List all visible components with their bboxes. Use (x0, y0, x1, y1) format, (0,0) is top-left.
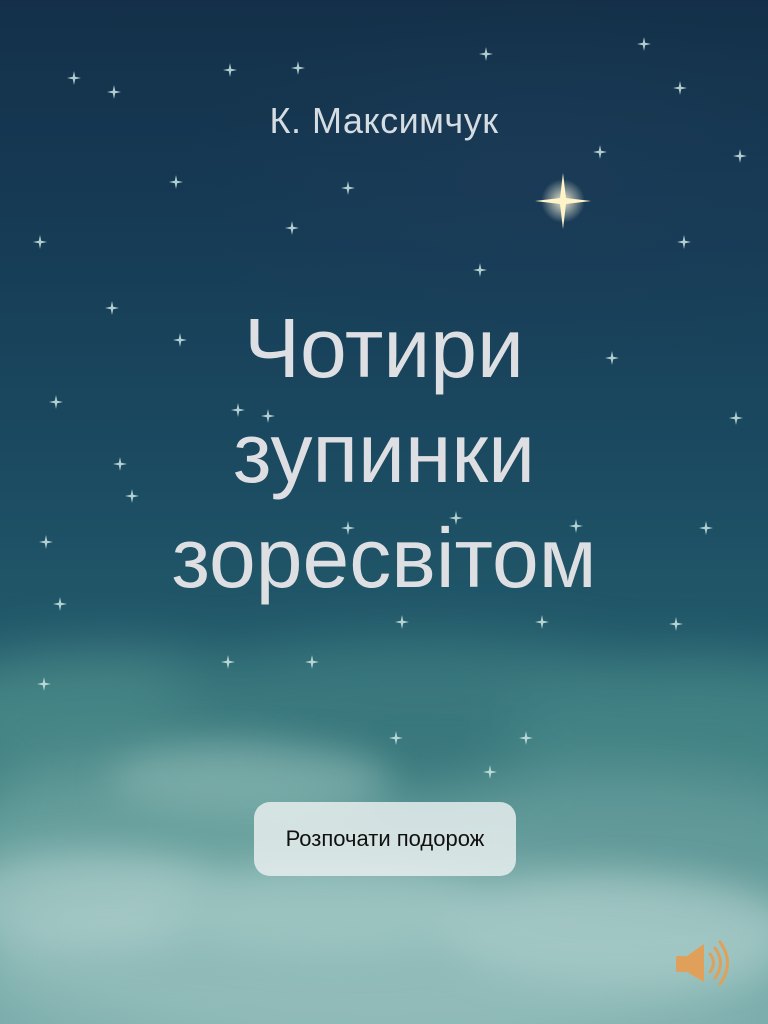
author-name: К. Максимчук (269, 100, 499, 141)
title-line-3: зоресвітом (171, 511, 597, 605)
cover-screen: К. Максимчук Чотири зупинки зоресвітом Р… (0, 0, 768, 1024)
speaker-icon (676, 940, 729, 986)
start-journey-button[interactable]: Розпочати подорож (254, 802, 516, 876)
title-line-2: зупинки (232, 406, 536, 500)
title-line-1: Чотири (244, 301, 524, 395)
book-title: Чотири зупинки зоресвітом (0, 296, 768, 611)
sound-toggle-button[interactable] (674, 936, 734, 990)
